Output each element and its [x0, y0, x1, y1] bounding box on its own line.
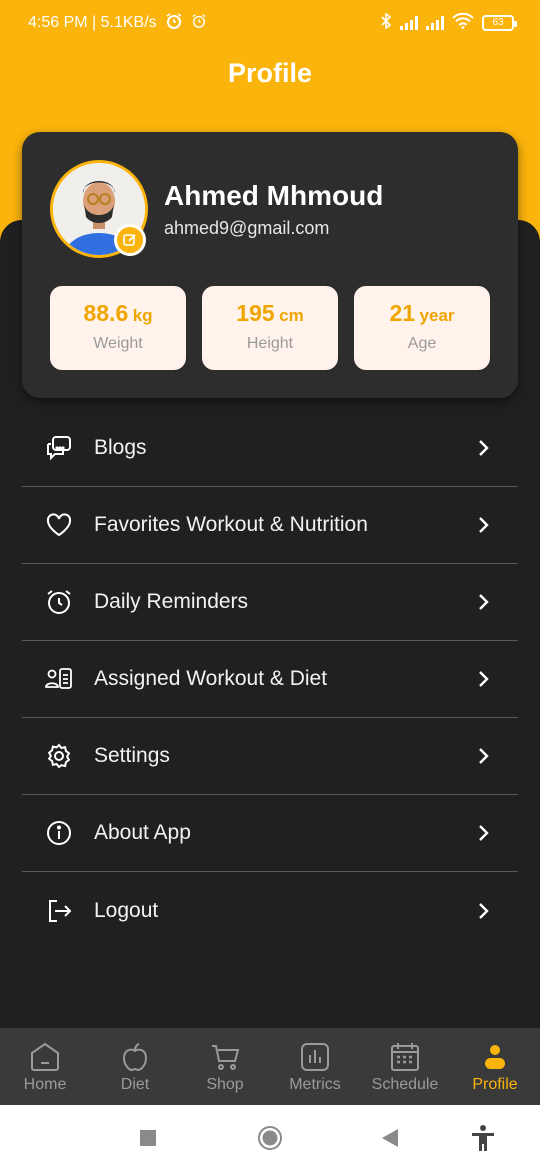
chat-bubbles-icon	[44, 433, 74, 463]
stat-height: 195 cm Height	[202, 286, 338, 370]
menu-item-favorites[interactable]: Favorites Workout & Nutrition	[22, 487, 518, 564]
user-email: ahmed9@gmail.com	[164, 218, 330, 238]
edit-icon	[123, 234, 136, 246]
profile-card: Ahmed Mhmoud ahmed9@gmail.com 88.6 kg We…	[22, 132, 518, 398]
chevron-right-icon	[476, 593, 490, 611]
stat-label: Age	[407, 335, 437, 352]
user-name: Ahmed Mhmoud	[164, 180, 384, 211]
chevron-right-icon	[476, 747, 490, 765]
alarm-clock-icon	[44, 587, 74, 617]
stat-value: 21	[389, 300, 416, 326]
wifi-icon	[452, 12, 474, 34]
accessibility-button[interactable]	[466, 1121, 500, 1155]
user-list-icon	[44, 664, 74, 694]
heart-icon	[44, 510, 74, 540]
square-icon	[140, 1130, 156, 1146]
profile-screen: 4:56 PM | 5.1KB/s 63 Profile Ahmed Mhmou…	[0, 0, 540, 1170]
gear-icon	[44, 741, 74, 771]
stat-value: 88.6	[83, 300, 129, 326]
stat-label: Weight	[93, 335, 143, 352]
menu-item-settings[interactable]: Settings	[22, 718, 518, 795]
status-time: 4:56 PM | 5.1KB/s	[28, 14, 157, 31]
nav-shop[interactable]: Shop	[180, 1028, 270, 1105]
back-triangle-icon	[382, 1129, 398, 1147]
edit-avatar-button[interactable]	[114, 224, 146, 256]
profile-menu: Blogs Favorites Workout & Nutrition Dail…	[22, 410, 518, 949]
nav-label: Shop	[206, 1076, 244, 1093]
stat-weight: 88.6 kg Weight	[50, 286, 186, 370]
apple-icon	[118, 1040, 152, 1074]
nav-label: Home	[23, 1076, 67, 1093]
cart-icon	[208, 1040, 242, 1074]
menu-label: Logout	[94, 898, 159, 922]
menu-label: Blogs	[94, 436, 147, 459]
chevron-right-icon	[476, 670, 490, 688]
system-navigation-bar	[0, 1105, 540, 1170]
back-button[interactable]	[373, 1121, 407, 1155]
stat-unit: kg	[132, 306, 153, 325]
stat-value: 195	[236, 300, 275, 326]
nav-label: Diet	[120, 1076, 150, 1093]
nav-label: Metrics	[289, 1076, 341, 1093]
chevron-right-icon	[476, 824, 490, 842]
status-bar: 4:56 PM | 5.1KB/s 63	[0, 0, 540, 46]
menu-label: Daily Reminders	[94, 590, 249, 613]
menu-label: Settings	[94, 744, 170, 767]
person-icon	[478, 1040, 512, 1074]
bluetooth-icon	[380, 11, 392, 34]
battery-icon: 63	[482, 15, 517, 31]
menu-label: Favorites Workout & Nutrition	[94, 513, 368, 536]
bottom-navigation: Home Diet Shop Metrics Schedule Profile	[0, 1028, 540, 1105]
calendar-icon	[388, 1040, 422, 1074]
menu-item-assigned-workout-diet[interactable]: Assigned Workout & Diet	[22, 641, 518, 718]
alarm-icon	[191, 13, 207, 34]
stat-unit: cm	[279, 306, 304, 325]
signal-icon	[400, 16, 418, 30]
circle-icon	[258, 1126, 282, 1150]
nav-profile[interactable]: Profile	[450, 1028, 540, 1105]
menu-label: Assigned Workout & Diet	[94, 667, 328, 690]
chevron-right-icon	[476, 439, 490, 457]
nav-diet[interactable]: Diet	[90, 1028, 180, 1105]
menu-item-logout[interactable]: Logout	[22, 872, 518, 949]
menu-item-daily-reminders[interactable]: Daily Reminders	[22, 564, 518, 641]
home-icon	[28, 1040, 62, 1074]
nav-home[interactable]: Home	[0, 1028, 90, 1105]
menu-item-blogs[interactable]: Blogs	[22, 410, 518, 487]
menu-item-about-app[interactable]: About App	[22, 795, 518, 872]
logout-icon	[44, 896, 74, 926]
home-system-button[interactable]	[253, 1121, 287, 1155]
recents-button[interactable]	[131, 1121, 165, 1155]
menu-label: About App	[94, 821, 191, 844]
nav-metrics[interactable]: Metrics	[270, 1028, 360, 1105]
alarm-icon	[165, 12, 183, 35]
page-title: Profile	[227, 58, 313, 88]
stat-unit: year	[419, 306, 455, 325]
nav-label: Profile	[472, 1076, 518, 1093]
chevron-right-icon	[476, 516, 490, 534]
nav-schedule[interactable]: Schedule	[360, 1028, 450, 1105]
nav-label: Schedule	[371, 1076, 439, 1093]
stat-label: Height	[246, 335, 294, 352]
bar-chart-icon	[298, 1040, 332, 1074]
stat-age: 21 year Age	[354, 286, 490, 370]
signal-icon	[426, 16, 444, 30]
info-icon	[44, 818, 74, 848]
chevron-right-icon	[476, 902, 490, 920]
accessibility-icon	[472, 1125, 494, 1151]
